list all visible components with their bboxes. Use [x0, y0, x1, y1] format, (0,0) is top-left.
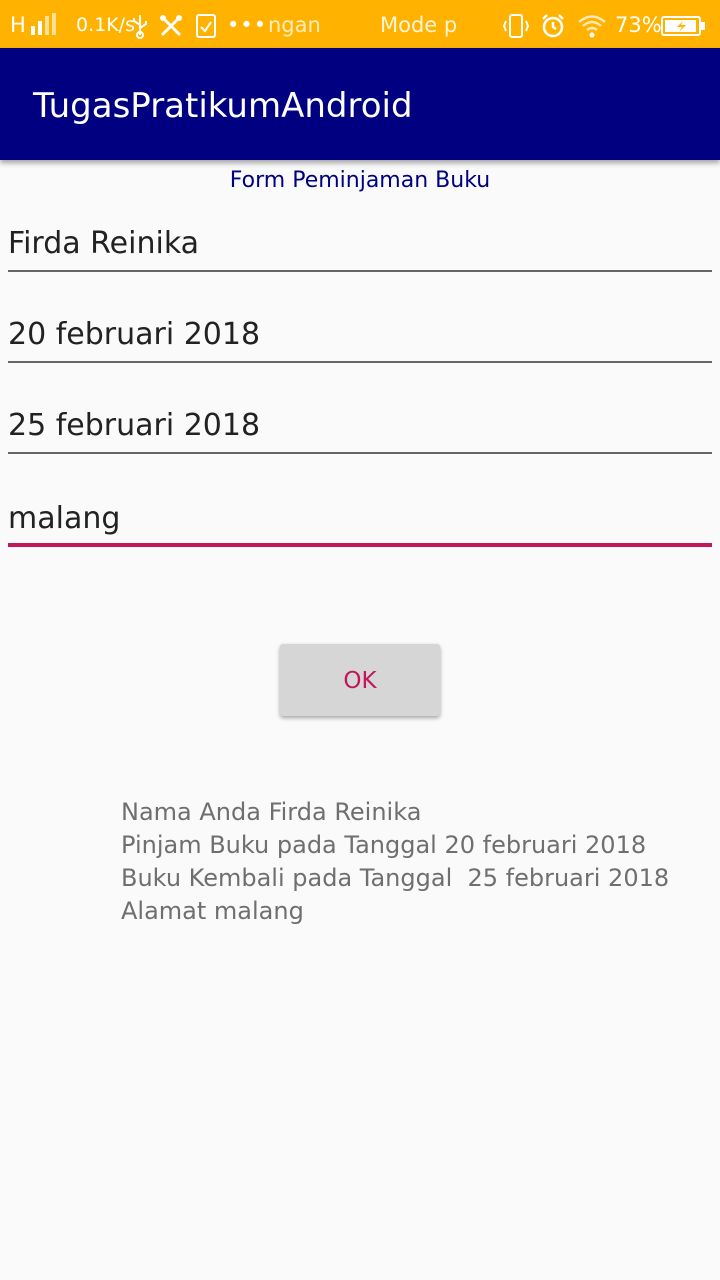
battery-icon: [661, 0, 707, 48]
status-bar: H 0.1K/s ••• ngan Mode p 73%: [0, 0, 720, 48]
app-notification-icon: [195, 0, 217, 48]
field-underline: [8, 361, 712, 363]
notification-text: ngan: [268, 13, 321, 37]
signal-icon: [31, 13, 61, 35]
app-bar: TugasPratikumAndroid: [0, 48, 720, 160]
usb-icon: [130, 0, 150, 48]
return-date-field[interactable]: 25 februari 2018: [8, 404, 712, 454]
result-text: Nama Anda Firda Reinika Pinjam Buku pada…: [121, 796, 669, 928]
field-underline: [8, 270, 712, 272]
result-return-line: Buku Kembali pada Tanggal 25 februari 20…: [121, 864, 670, 892]
wifi-icon: [577, 0, 607, 48]
name-field-value: Firda Reinika: [8, 226, 200, 261]
address-value: malang: [8, 501, 121, 536]
name-field[interactable]: Firda Reinika: [8, 222, 712, 272]
vibrate-icon: [502, 0, 530, 48]
borrow-date-value: 20 februari 2018: [8, 317, 261, 352]
more-notifications-icon: •••: [227, 13, 268, 37]
form-heading: Form Peminjaman Buku: [229, 168, 491, 193]
result-name-line: Nama Anda Firda Reinika: [121, 798, 422, 826]
alarm-icon: [540, 0, 566, 48]
return-date-value: 25 februari 2018: [8, 408, 261, 443]
network-speed: 0.1K/s: [76, 14, 135, 36]
field-underline: [8, 452, 712, 454]
app-title: TugasPratikumAndroid: [33, 86, 413, 126]
borrow-date-field[interactable]: 20 februari 2018: [8, 313, 712, 363]
field-underline-focused: [8, 543, 712, 547]
network-type: H: [10, 13, 26, 37]
tools-icon: [158, 0, 184, 48]
battery-level: 73%: [615, 13, 662, 37]
notification-text: Mode p: [380, 13, 458, 37]
result-borrow-line: Pinjam Buku pada Tanggal 20 februari 201…: [121, 831, 647, 859]
result-address-line: Alamat malang: [121, 897, 304, 925]
ok-button[interactable]: OK: [280, 644, 440, 716]
address-field[interactable]: malang: [8, 497, 712, 547]
